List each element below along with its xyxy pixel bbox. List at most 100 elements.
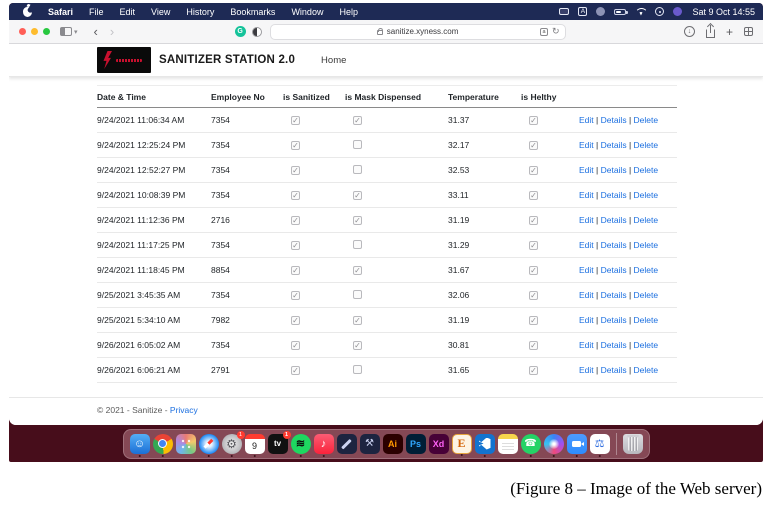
chrome-dock-icon[interactable] [152, 433, 173, 457]
edit-link[interactable]: Edit [579, 290, 594, 300]
vscode-dock-icon[interactable] [474, 433, 495, 457]
illustrator-dock-icon[interactable]: Ai [382, 433, 403, 454]
is-sanitized-checkbox[interactable] [291, 341, 300, 350]
is-healthy-checkbox[interactable] [529, 366, 538, 375]
details-link[interactable]: Details [601, 315, 627, 325]
is-sanitized-checkbox[interactable] [291, 366, 300, 375]
edit-link[interactable]: Edit [579, 215, 594, 225]
edit-link[interactable]: Edit [579, 190, 594, 200]
details-link[interactable]: Details [601, 215, 627, 225]
menu-item-file[interactable]: File [81, 7, 112, 17]
status-circle-icon[interactable] [596, 7, 606, 16]
menu-item-help[interactable]: Help [331, 7, 366, 17]
is-healthy-checkbox[interactable] [529, 166, 538, 175]
hammer-tool-dock-icon[interactable]: ⚒ [359, 433, 380, 454]
details-link[interactable]: Details [601, 290, 627, 300]
is-healthy-checkbox[interactable] [529, 241, 538, 250]
is-mask-dispensed-checkbox[interactable] [353, 316, 362, 325]
edit-link[interactable]: Edit [579, 115, 594, 125]
is-healthy-checkbox[interactable] [529, 291, 538, 300]
details-link[interactable]: Details [601, 190, 627, 200]
details-link[interactable]: Details [601, 265, 627, 275]
is-sanitized-checkbox[interactable] [291, 216, 300, 225]
details-link[interactable]: Details [601, 115, 627, 125]
menu-item-view[interactable]: View [143, 7, 178, 17]
delete-link[interactable]: Delete [634, 315, 659, 325]
delete-link[interactable]: Delete [634, 215, 659, 225]
new-tab-button[interactable]: + [726, 26, 733, 38]
menu-item-safari[interactable]: Safari [40, 7, 81, 17]
reload-icon[interactable]: ↻ [552, 26, 560, 37]
apple-music-dock-icon[interactable]: ♪ [313, 433, 334, 457]
is-sanitized-checkbox[interactable] [291, 166, 300, 175]
is-sanitized-checkbox[interactable] [291, 241, 300, 250]
downloads-icon[interactable]: ↓ [683, 26, 695, 37]
back-button[interactable]: ‹ [88, 25, 104, 38]
dark-tool-dock-icon[interactable] [336, 433, 357, 454]
nav-home-link[interactable]: Home [321, 55, 346, 66]
system-preferences-dock-icon[interactable]: ⚙ 1 [221, 430, 245, 457]
delete-link[interactable]: Delete [634, 190, 659, 200]
minimize-window-button[interactable] [31, 28, 38, 35]
details-link[interactable]: Details [601, 140, 627, 150]
spotify-dock-icon[interactable]: ≋ [290, 433, 311, 457]
control-center-icon[interactable] [655, 7, 665, 16]
apple-menu-icon[interactable] [23, 6, 32, 17]
is-mask-dispensed-checkbox[interactable] [353, 139, 362, 149]
close-window-button[interactable] [19, 28, 26, 35]
details-link[interactable]: Details [601, 340, 627, 350]
input-source-icon[interactable]: A [578, 7, 588, 16]
edit-link[interactable]: Edit [579, 340, 594, 350]
edit-link[interactable]: Edit [579, 140, 594, 150]
zoom-dock-icon[interactable] [566, 433, 587, 457]
siri-sphere-dock-icon[interactable] [543, 433, 564, 457]
photoshop-dock-icon[interactable]: Ps [405, 433, 426, 454]
wifi-icon[interactable] [635, 7, 649, 16]
edit-link[interactable]: Edit [579, 240, 594, 250]
sidebar-toggle-icon[interactable] [60, 27, 72, 36]
brand-logo[interactable] [97, 47, 151, 73]
is-healthy-checkbox[interactable] [529, 316, 538, 325]
is-healthy-checkbox[interactable] [529, 341, 538, 350]
finder-dock-icon[interactable]: ☺ [129, 433, 150, 457]
address-bar[interactable]: sanitize.xyness.com a ↻ [269, 23, 566, 40]
delete-link[interactable]: Delete [634, 165, 659, 175]
is-mask-dispensed-checkbox[interactable] [353, 289, 362, 299]
tab-overview-icon[interactable] [744, 27, 753, 36]
is-sanitized-checkbox[interactable] [291, 116, 300, 125]
menu-item-window[interactable]: Window [283, 7, 331, 17]
translate-icon[interactable]: a [540, 27, 549, 36]
delete-link[interactable]: Delete [634, 340, 659, 350]
delete-link[interactable]: Delete [634, 365, 659, 375]
battery-icon[interactable] [614, 8, 629, 15]
launchpad-dock-icon[interactable] [175, 433, 196, 454]
is-mask-dispensed-checkbox[interactable] [353, 191, 362, 200]
menu-item-edit[interactable]: Edit [112, 7, 144, 17]
is-mask-dispensed-checkbox[interactable] [353, 341, 362, 350]
is-sanitized-checkbox[interactable] [291, 291, 300, 300]
whatsapp-dock-icon[interactable]: ☎ [520, 433, 541, 457]
shield-extension-icon[interactable] [251, 26, 262, 37]
details-link[interactable]: Details [601, 365, 627, 375]
is-healthy-checkbox[interactable] [529, 216, 538, 225]
is-sanitized-checkbox[interactable] [291, 266, 300, 275]
is-mask-dispensed-checkbox[interactable] [353, 164, 362, 174]
grammarly-extension-icon[interactable]: G [234, 26, 246, 37]
delete-link[interactable]: Delete [634, 115, 659, 125]
tab-group-chevron-icon[interactable]: ▾ [74, 28, 78, 36]
is-healthy-checkbox[interactable] [529, 191, 538, 200]
purple-dot-icon[interactable] [673, 7, 683, 16]
menu-item-bookmarks[interactable]: Bookmarks [222, 7, 283, 17]
details-link[interactable]: Details [601, 240, 627, 250]
is-sanitized-checkbox[interactable] [291, 191, 300, 200]
delete-link[interactable]: Delete [634, 290, 659, 300]
is-sanitized-checkbox[interactable] [291, 141, 300, 150]
menu-item-history[interactable]: History [178, 7, 222, 17]
zoom-window-button[interactable] [43, 28, 50, 35]
is-sanitized-checkbox[interactable] [291, 316, 300, 325]
share-icon[interactable] [705, 24, 715, 38]
calendar-dock-icon[interactable]: 9 [244, 433, 265, 457]
details-link[interactable]: Details [601, 165, 627, 175]
forward-button[interactable]: › [104, 25, 120, 38]
e-letter-dock-icon[interactable]: E [451, 433, 472, 456]
